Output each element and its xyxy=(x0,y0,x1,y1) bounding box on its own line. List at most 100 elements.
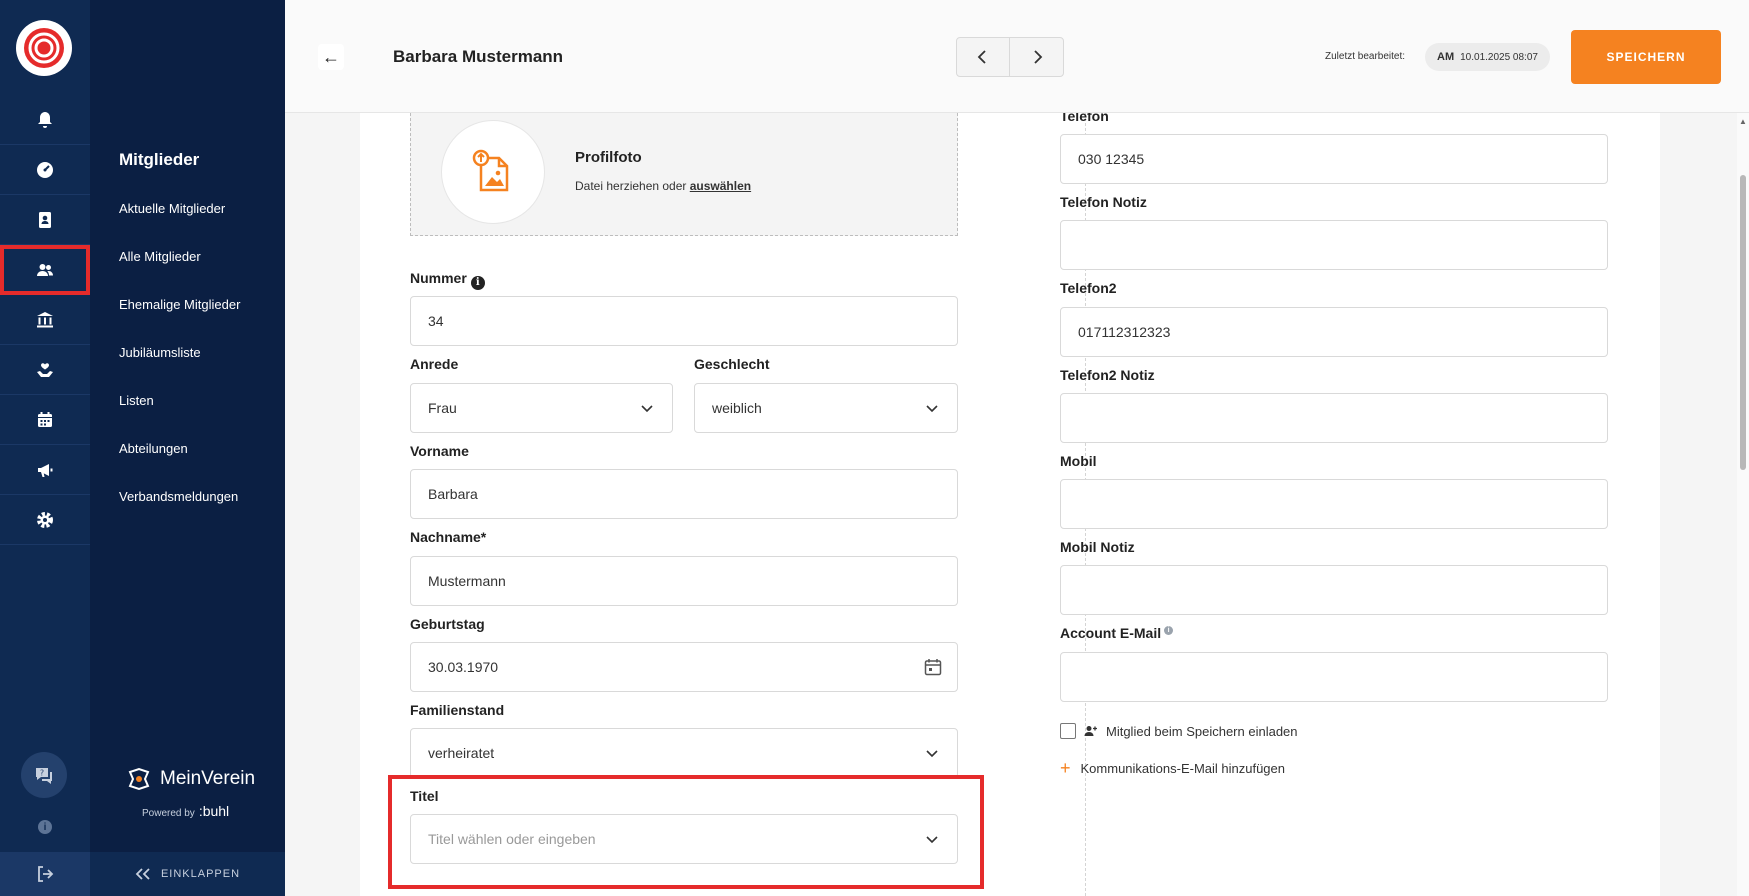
title-field-highlight xyxy=(388,775,984,889)
rail-care[interactable] xyxy=(0,345,90,395)
rail-notifications[interactable] xyxy=(0,95,90,145)
number-label: Nummer i xyxy=(410,270,485,290)
phone-label: Telefon xyxy=(1060,113,1109,124)
first-name-value: Barbara xyxy=(428,486,478,502)
collapse-label: EINKLAPPEN xyxy=(160,868,241,880)
save-button[interactable]: SPEICHERN xyxy=(1571,30,1721,84)
nav-item-departments[interactable]: Abteilungen xyxy=(119,441,188,456)
chevron-down-icon xyxy=(641,405,653,413)
calendar-icon[interactable] xyxy=(923,657,943,677)
profile-photo-title: Profilfoto xyxy=(575,149,642,166)
members-icon xyxy=(37,263,53,276)
nav-item-anniversary-list[interactable]: Jubiläumsliste xyxy=(119,345,201,360)
invite-member-checkbox[interactable] xyxy=(1060,723,1076,739)
phone-input[interactable]: 030 12345 xyxy=(1060,134,1608,184)
brand-logo: MeinVerein xyxy=(126,766,255,792)
first-name-input[interactable]: Barbara xyxy=(410,469,958,519)
number-input[interactable]: 34 xyxy=(410,296,958,346)
care-icon xyxy=(37,362,53,377)
phone2-value: 017112312323 xyxy=(1078,324,1171,340)
account-email-label-text: Account E-Mail xyxy=(1060,625,1162,641)
invite-member-option[interactable]: Mitglied beim Speichern einladen xyxy=(1060,723,1298,739)
previous-record-button[interactable] xyxy=(957,38,1011,76)
mobile-note-input[interactable] xyxy=(1060,565,1608,615)
phone2-input[interactable]: 017112312323 xyxy=(1060,307,1608,357)
rail-announcements[interactable] xyxy=(0,445,90,495)
info-icon[interactable]: i xyxy=(1164,626,1174,635)
logout-button[interactable] xyxy=(0,852,90,896)
scrollbar-thumb[interactable] xyxy=(1740,175,1746,470)
rail-dashboard[interactable] xyxy=(0,145,90,195)
gender-select[interactable]: weiblich xyxy=(694,383,958,433)
dashboard-icon xyxy=(37,161,53,178)
chevron-down-icon xyxy=(926,405,938,413)
calendar-icon xyxy=(38,411,52,427)
rail-members[interactable] xyxy=(0,245,90,295)
logout-icon xyxy=(38,866,54,882)
nav-section-title: Mitglieder xyxy=(119,150,200,169)
rail-contacts[interactable] xyxy=(0,195,90,245)
rail-calendar[interactable] xyxy=(0,395,90,445)
info-icon[interactable]: i xyxy=(470,275,485,290)
last-name-input[interactable]: Mustermann xyxy=(410,556,958,606)
profile-photo-dropzone[interactable]: Profilfoto Datei herziehen oder auswähle… xyxy=(410,113,958,236)
account-email-label: Account E-Mail i xyxy=(1060,625,1174,641)
marital-status-select[interactable]: verheiratet xyxy=(410,728,958,778)
marital-status-label: Familienstand xyxy=(410,702,505,718)
chevron-right-icon xyxy=(1033,50,1042,64)
chevron-left-icon xyxy=(977,50,986,64)
salutation-select[interactable]: Frau xyxy=(410,383,673,433)
collapse-button[interactable]: EINKLAPPEN xyxy=(90,852,285,896)
next-record-button[interactable] xyxy=(1010,38,1063,76)
chevron-down-icon xyxy=(926,750,938,758)
phone2-note-input[interactable] xyxy=(1060,393,1608,443)
account-email-input[interactable] xyxy=(1060,652,1608,702)
rail-settings[interactable] xyxy=(0,495,90,545)
image-upload-icon xyxy=(472,149,509,192)
gender-value: weiblich xyxy=(712,400,762,416)
gear-icon xyxy=(37,511,53,528)
megaphone-icon xyxy=(38,463,53,477)
nav-item-association-reports[interactable]: Verbandsmeldungen xyxy=(119,489,238,504)
select-file-link[interactable]: auswählen xyxy=(690,179,751,193)
logo-icon xyxy=(24,28,64,68)
svg-text:?: ? xyxy=(40,769,44,778)
powered-by: Powered by:buhl xyxy=(142,803,229,819)
add-user-icon xyxy=(1084,726,1097,736)
last-name-label: Nachname* xyxy=(410,529,487,545)
icon-rail: ? i xyxy=(0,0,90,896)
page-scrollbar[interactable]: ▲ xyxy=(1737,113,1749,896)
phone2-note-label: Telefon2 Notiz xyxy=(1060,367,1155,383)
nav-item-current-members[interactable]: Aktuelle Mitglieder xyxy=(119,201,225,216)
chat-help-icon: ? xyxy=(36,768,52,784)
marital-status-value: verheiratet xyxy=(428,745,495,761)
section-nav: Mitglieder Aktuelle Mitglieder Alle Mitg… xyxy=(90,0,285,896)
add-communication-email-label: Kommunikations-E-Mail hinzufügen xyxy=(1080,761,1285,776)
phone-note-input[interactable] xyxy=(1060,220,1608,270)
app-logo[interactable] xyxy=(16,20,72,76)
nav-item-lists[interactable]: Listen xyxy=(119,393,154,408)
add-communication-email-button[interactable]: + Kommunikations-E-Mail hinzufügen xyxy=(1060,758,1285,779)
contacts-icon xyxy=(39,211,51,228)
arrow-left-icon: ← xyxy=(322,46,340,67)
salutation-value: Frau xyxy=(428,400,457,416)
mobile-input[interactable] xyxy=(1060,479,1608,529)
salutation-label: Anrede xyxy=(410,356,459,372)
mobile-label: Mobil xyxy=(1060,453,1097,469)
edited-timestamp: 10.01.2025 08:07 xyxy=(1460,51,1538,63)
number-value: 34 xyxy=(428,313,444,329)
rail-bank[interactable] xyxy=(0,295,90,345)
birthday-input[interactable]: 30.03.1970 xyxy=(410,642,958,692)
mobile-note-label: Mobil Notiz xyxy=(1060,539,1135,555)
scroll-up-icon[interactable]: ▲ xyxy=(1739,117,1747,126)
last-edited-label: Zuletzt bearbeitet: xyxy=(1325,51,1406,62)
back-button[interactable]: ← xyxy=(318,44,344,70)
profile-photo-instructions: Datei herziehen oder auswählen xyxy=(575,179,751,193)
photo-upload-circle xyxy=(441,120,545,224)
first-name-label: Vorname xyxy=(410,443,469,459)
nav-item-all-members[interactable]: Alle Mitglieder xyxy=(119,249,201,264)
help-chat-button[interactable]: ? xyxy=(21,752,67,798)
nav-item-former-members[interactable]: Ehemalige Mitglieder xyxy=(119,297,240,312)
page-header: ← Barbara Mustermann Zuletzt bearbeitet:… xyxy=(285,0,1749,113)
info-icon[interactable]: i xyxy=(38,820,52,834)
